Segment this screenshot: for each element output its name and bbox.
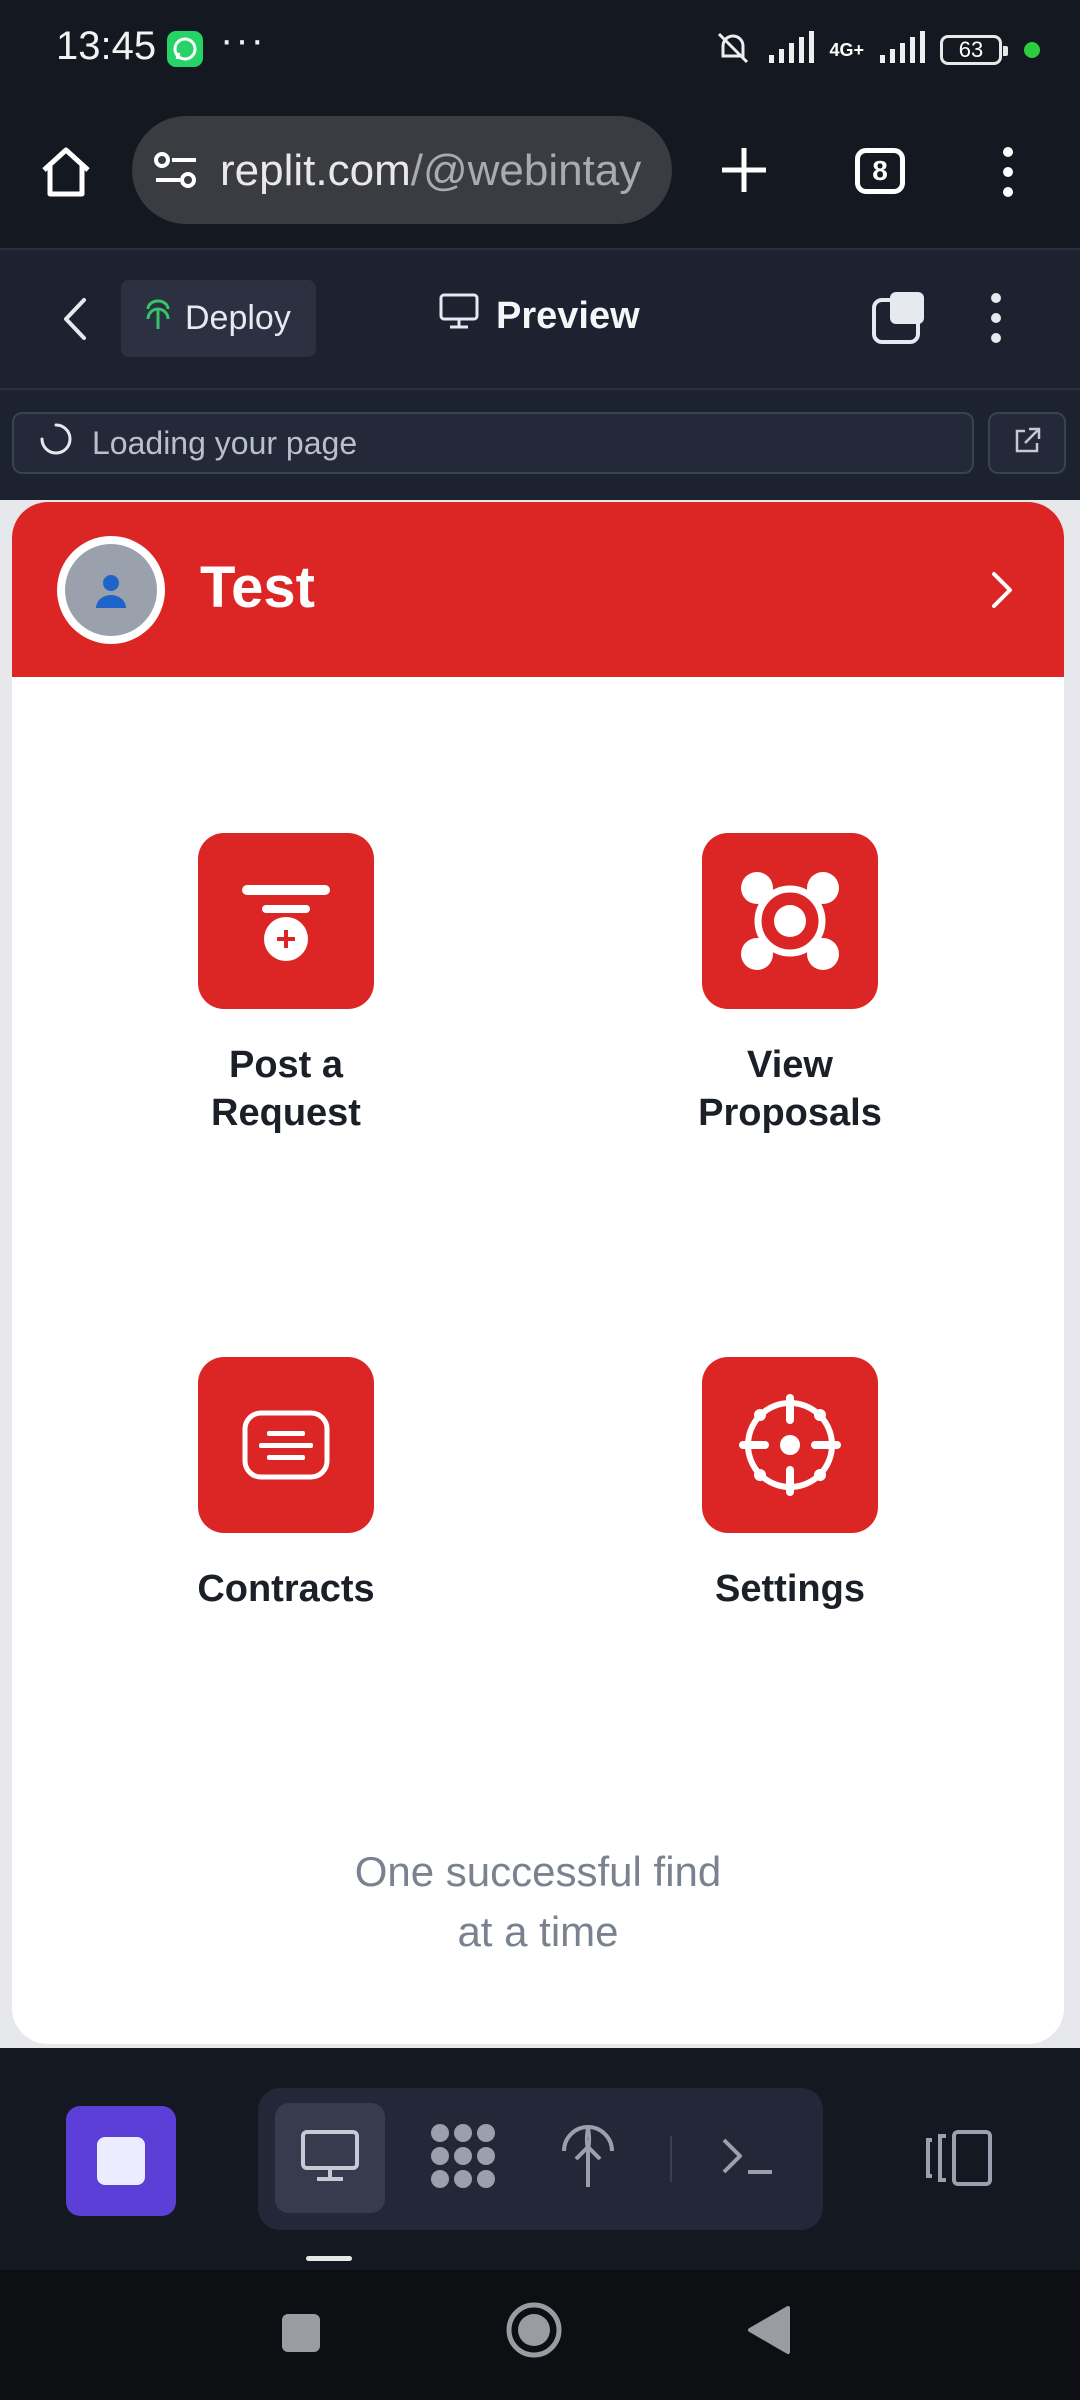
signal-icon-2 bbox=[878, 30, 926, 70]
loading-spinner-icon bbox=[38, 421, 74, 465]
settings-tile[interactable]: Settings bbox=[665, 1357, 915, 1613]
toolbar-menu-icon[interactable] bbox=[986, 290, 1006, 351]
status-time: 13:45 bbox=[56, 24, 157, 68]
site-settings-icon[interactable] bbox=[152, 150, 202, 195]
external-link-icon bbox=[1011, 425, 1043, 462]
loading-text: Loading your page bbox=[92, 424, 358, 461]
status-right: 4G+ 63 bbox=[713, 26, 1040, 74]
replit-toolbar: Deploy Preview bbox=[0, 250, 1080, 390]
user-silhouette-icon bbox=[65, 544, 157, 636]
privacy-dot bbox=[1024, 42, 1040, 58]
view-proposals-tile[interactable]: View Proposals bbox=[665, 833, 915, 1137]
contracts-label-line1: Contracts bbox=[197, 1568, 375, 1610]
home-icon[interactable] bbox=[38, 144, 94, 205]
view-proposals-label: View Proposals bbox=[665, 1041, 915, 1137]
settings-icon bbox=[702, 1357, 878, 1533]
active-indicator bbox=[306, 2256, 352, 2261]
replit-bottom-bar bbox=[0, 2048, 1080, 2270]
tagline-line2: at a time bbox=[457, 1908, 619, 1955]
view-proposals-label-line1: View bbox=[747, 1044, 833, 1086]
more-notifications-icon: ··· bbox=[220, 18, 266, 62]
monitor-icon bbox=[438, 292, 480, 340]
post-request-label: Post a Request bbox=[161, 1041, 411, 1137]
agent-nav-button[interactable] bbox=[408, 2103, 518, 2213]
contracts-tile[interactable]: Contracts bbox=[161, 1357, 411, 1613]
url-text[interactable]: replit.com/@webintay bbox=[220, 146, 660, 196]
browser-toolbar: replit.com/@webintay 8 bbox=[0, 100, 1080, 250]
url-bar[interactable]: replit.com/@webintay bbox=[132, 116, 672, 224]
new-tab-icon[interactable] bbox=[718, 144, 770, 201]
open-external-button[interactable] bbox=[988, 412, 1066, 474]
network-type: 4G+ bbox=[829, 40, 864, 60]
post-request-label-line2: Request bbox=[211, 1092, 361, 1134]
deploy-icon bbox=[560, 2123, 616, 2194]
post-request-icon bbox=[198, 833, 374, 1009]
monitor-icon bbox=[299, 2128, 361, 2189]
back-triangle-icon[interactable] bbox=[746, 2304, 792, 2361]
chevron-right-icon[interactable] bbox=[990, 570, 1014, 615]
workspace-nav bbox=[258, 2088, 823, 2230]
panels-icon[interactable] bbox=[924, 2128, 994, 2193]
url-host: replit.com bbox=[220, 146, 411, 195]
preview-url-field[interactable]: Loading your page bbox=[12, 412, 974, 474]
recents-icon[interactable] bbox=[280, 2312, 322, 2359]
whatsapp-icon bbox=[167, 31, 203, 67]
home-circle-icon[interactable] bbox=[504, 2300, 564, 2365]
mute-bell-icon bbox=[713, 28, 753, 73]
deploy-nav-button[interactable] bbox=[533, 2103, 643, 2213]
split-view-icon[interactable] bbox=[870, 290, 928, 351]
stop-button[interactable] bbox=[66, 2106, 176, 2216]
contracts-icon bbox=[198, 1357, 374, 1533]
profile-name: Test bbox=[200, 555, 315, 620]
deploy-label: Deploy bbox=[185, 299, 291, 337]
deploy-button[interactable]: Deploy bbox=[121, 280, 316, 357]
status-bar: 13:45 ··· 4G+ 63 bbox=[0, 0, 1080, 100]
browser-menu-icon[interactable] bbox=[998, 144, 1018, 205]
contracts-label: Contracts bbox=[161, 1565, 411, 1613]
settings-label-line1: Settings bbox=[715, 1568, 865, 1610]
nav-divider bbox=[670, 2136, 672, 2182]
back-chevron-icon[interactable] bbox=[60, 296, 90, 347]
tab-count-button[interactable]: 8 bbox=[855, 148, 905, 194]
terminal-icon bbox=[720, 2134, 776, 2183]
url-path: /@webintay bbox=[410, 146, 642, 195]
preview-tab[interactable]: Preview bbox=[438, 292, 640, 340]
settings-label: Settings bbox=[665, 1565, 915, 1613]
tagline: One successful find at a time bbox=[12, 1842, 1064, 1962]
profile-header[interactable]: Test bbox=[12, 502, 1064, 677]
battery-icon: 63 bbox=[940, 35, 1008, 65]
tagline-line1: One successful find bbox=[354, 1848, 722, 1895]
deploy-icon bbox=[143, 297, 173, 340]
android-nav-bar bbox=[0, 2270, 1080, 2400]
shell-nav-button[interactable] bbox=[693, 2103, 803, 2213]
avatar[interactable] bbox=[57, 536, 165, 644]
preview-label: Preview bbox=[496, 294, 640, 337]
preview-address-row: Loading your page bbox=[0, 390, 1080, 500]
preview-nav-button[interactable] bbox=[275, 2103, 385, 2213]
view-proposals-label-line2: Proposals bbox=[698, 1092, 882, 1134]
agent-icon bbox=[428, 2121, 498, 2196]
post-request-label-line1: Post a bbox=[228, 1044, 344, 1086]
stop-icon bbox=[97, 2137, 145, 2185]
view-proposals-icon bbox=[702, 833, 878, 1009]
post-request-tile[interactable]: Post a Request bbox=[161, 833, 411, 1137]
signal-icon bbox=[767, 30, 815, 70]
app-card: Test Post a Request View Proposals Contr… bbox=[12, 502, 1064, 2044]
